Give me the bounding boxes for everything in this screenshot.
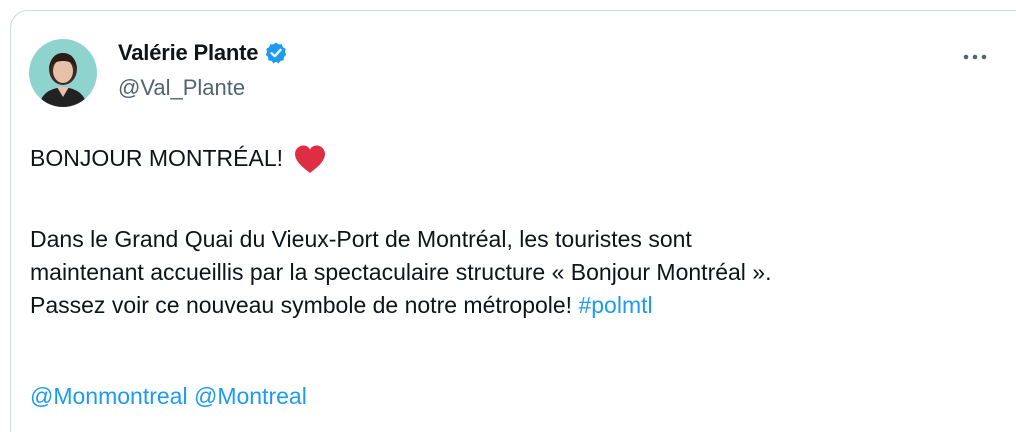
display-name[interactable]: Valérie Plante	[118, 40, 258, 66]
post-card	[10, 10, 1016, 432]
post-headline: BONJOUR MONTRÉAL!	[30, 145, 284, 171]
post-paragraph-line-1: Dans le Grand Quai du Vieux-Port de Mont…	[30, 226, 692, 252]
author-handle[interactable]: @Val_Plante	[118, 75, 245, 101]
heart-icon	[293, 144, 327, 174]
post-paragraph-line-3-text: Passez voir ce nouveau symbole de notre …	[30, 292, 579, 318]
mention-link-monmontreal[interactable]: @Monmontreal	[30, 383, 188, 409]
verified-badge-icon	[264, 41, 288, 65]
post-paragraph: Dans le Grand Quai du Vieux-Port de Mont…	[30, 223, 772, 322]
post-mentions: @Monmontreal @Montreal	[30, 380, 307, 413]
hashtag-link[interactable]: #polmtl	[578, 292, 652, 318]
post-paragraph-line-2: maintenant accueillis par la spectaculai…	[30, 259, 772, 285]
post-paragraph-line-3: Passez voir ce nouveau symbole de notre …	[30, 289, 772, 322]
mention-link-montreal[interactable]: @Montreal	[194, 383, 307, 409]
author-name-row: Valérie Plante	[118, 40, 288, 66]
post-headline-line: BONJOUR MONTRÉAL!	[30, 142, 327, 175]
avatar[interactable]	[29, 39, 97, 107]
more-options-icon[interactable]	[958, 47, 992, 67]
